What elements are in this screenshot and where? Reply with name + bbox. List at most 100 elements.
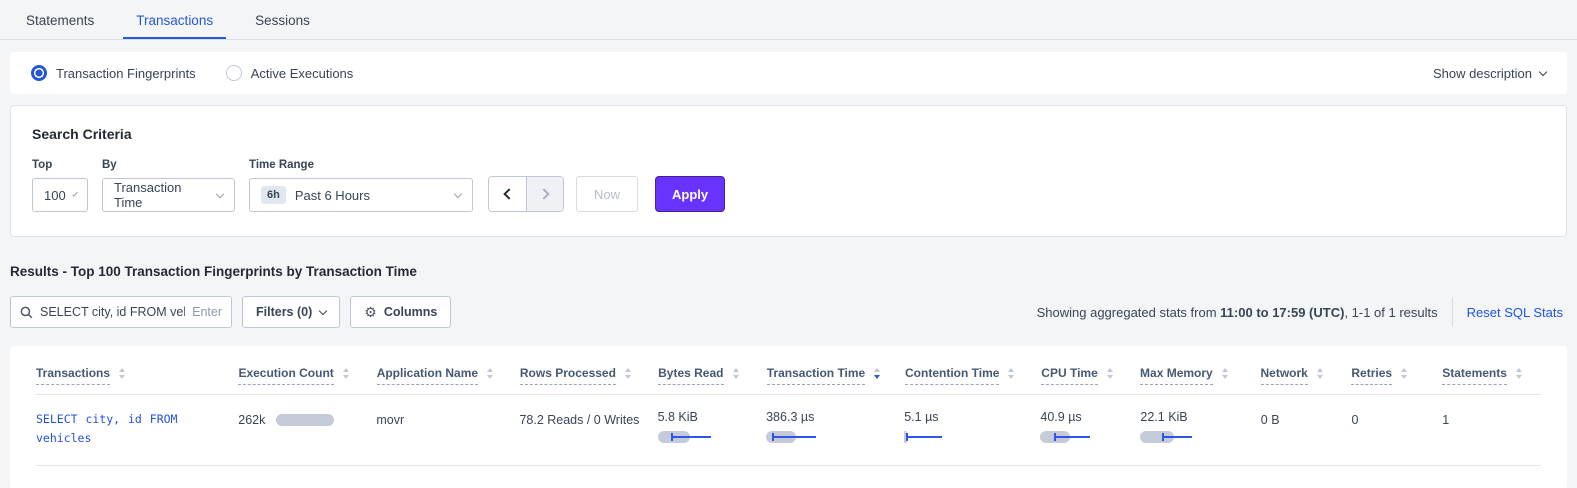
cell-transactions: SELECT city, id FROM vehicles [36, 410, 238, 448]
sort-icon [487, 368, 493, 379]
radio-label: Active Executions [251, 66, 354, 81]
column-header-transaction-time[interactable]: Transaction Time [767, 366, 905, 385]
time-nav-group [488, 176, 564, 212]
column-header-transactions[interactable]: Transactions [36, 366, 238, 385]
time-range-select[interactable]: 6h Past 6 Hours [249, 178, 473, 212]
cpu-time-bar [1040, 431, 1140, 443]
reset-sql-stats-link[interactable]: Reset SQL Stats [1467, 305, 1563, 320]
top-select[interactable]: 100 [32, 178, 88, 212]
search-criteria-controls: Top 100 By Transaction Time Time Range 6… [32, 159, 1545, 212]
cpu-time-value: 40.9 µs [1040, 410, 1140, 424]
chevron-left-icon [503, 188, 514, 199]
column-header-statements[interactable]: Statements [1442, 366, 1541, 385]
table-header-row: Transactions Execution Count Application… [36, 358, 1541, 395]
tab-transactions[interactable]: Transactions [115, 0, 234, 39]
time-next-button[interactable] [526, 177, 563, 211]
execution-count-bar [276, 414, 334, 426]
column-header-rows-processed[interactable]: Rows Processed [520, 366, 658, 385]
search-criteria-card: Search Criteria Top 100 By Transaction T… [10, 105, 1567, 237]
cell-application-name: movr [376, 410, 519, 427]
cell-execution-count: 262k [238, 410, 376, 427]
sort-icon [1008, 368, 1014, 379]
cell-max-memory: 22.1 KiB [1140, 410, 1260, 443]
transaction-time-value: 386.3 µs [766, 410, 904, 424]
results-toolbar: Enter Filters (0) ⚙ Columns Showing aggr… [10, 296, 1567, 328]
by-select[interactable]: Transaction Time [102, 178, 235, 212]
cell-transaction-time: 386.3 µs [766, 410, 904, 443]
column-header-execution-count[interactable]: Execution Count [238, 366, 376, 385]
show-description-toggle[interactable]: Show description [1433, 66, 1546, 81]
show-description-label: Show description [1433, 66, 1532, 81]
columns-button[interactable]: ⚙ Columns [350, 296, 451, 328]
by-select-value: Transaction Time [114, 180, 209, 210]
by-control: By Transaction Time [102, 159, 249, 212]
time-range-badge: 6h [261, 186, 286, 204]
sort-icon [1222, 368, 1228, 379]
transaction-fingerprint-link[interactable]: SELECT city, id FROM vehicles [36, 410, 211, 448]
sql-activity-tabbar: Statements Transactions Sessions [0, 0, 1577, 40]
time-range-label: Time Range [249, 159, 473, 171]
column-header-cpu-time[interactable]: CPU Time [1041, 366, 1140, 385]
cell-cpu-time: 40.9 µs [1040, 410, 1140, 443]
vertical-divider [1452, 297, 1453, 327]
radio-unselected-icon[interactable] [226, 65, 242, 81]
transaction-time-bar [766, 431, 866, 443]
bytes-read-value: 5.8 KiB [658, 410, 767, 424]
tab-sessions[interactable]: Sessions [234, 0, 331, 39]
chevron-down-icon [216, 189, 224, 197]
chevron-down-icon [72, 191, 78, 197]
search-criteria-title: Search Criteria [32, 126, 1545, 142]
contention-time-bar [904, 431, 1004, 443]
max-memory-value: 22.1 KiB [1140, 410, 1260, 424]
results-title: Results - Top 100 Transaction Fingerprin… [10, 264, 1567, 279]
chevron-down-icon [319, 306, 327, 314]
chevron-right-icon [538, 188, 549, 199]
time-range-value: Past 6 Hours [295, 188, 370, 203]
chevron-down-icon [454, 189, 462, 197]
table-row: SELECT city, id FROM vehicles 262k movr … [36, 395, 1541, 466]
search-input[interactable] [40, 305, 185, 319]
sort-icon [1317, 368, 1323, 379]
cell-contention-time: 5.1 µs [904, 410, 1040, 443]
view-toggle-group: Transaction Fingerprints Active Executio… [31, 65, 353, 81]
top-label: Top [32, 159, 102, 171]
sort-icon [119, 368, 125, 379]
query-searchbox[interactable]: Enter [10, 296, 232, 328]
execution-count-value: 262k [238, 413, 265, 427]
sort-icon [733, 368, 739, 379]
time-range-content: 6h Past 6 Hours [261, 186, 370, 204]
column-header-retries[interactable]: Retries [1351, 366, 1442, 385]
now-button[interactable]: Now [576, 176, 638, 212]
results-table-card: Transactions Execution Count Application… [10, 346, 1567, 488]
cell-network: 0 B [1261, 410, 1352, 427]
sort-icon [1107, 368, 1113, 379]
column-header-max-memory[interactable]: Max Memory [1140, 366, 1260, 385]
sort-icon [625, 368, 631, 379]
tab-statements[interactable]: Statements [5, 0, 115, 39]
view-toggle-row: Transaction Fingerprints Active Executio… [10, 52, 1567, 94]
column-header-network[interactable]: Network [1261, 366, 1352, 385]
radio-active-executions[interactable]: Active Executions [226, 65, 354, 81]
cell-bytes-read: 5.8 KiB [658, 410, 767, 443]
by-label: By [102, 159, 249, 171]
time-range-control: Time Range 6h Past 6 Hours [249, 159, 473, 212]
search-enter-button[interactable]: Enter [192, 305, 222, 319]
cell-retries: 0 [1352, 410, 1443, 427]
time-prev-button[interactable] [489, 177, 526, 211]
column-header-application-name[interactable]: Application Name [377, 366, 520, 385]
search-icon [20, 306, 33, 319]
filters-label: Filters (0) [256, 305, 312, 319]
column-header-contention-time[interactable]: Contention Time [905, 366, 1041, 385]
radio-selected-icon[interactable] [31, 65, 47, 81]
apply-button[interactable]: Apply [655, 176, 725, 212]
top-select-value: 100 [44, 188, 66, 203]
contention-time-value: 5.1 µs [904, 410, 1040, 424]
radio-label: Transaction Fingerprints [56, 66, 196, 81]
sort-icon [343, 368, 349, 379]
column-header-bytes-read[interactable]: Bytes Read [658, 366, 767, 385]
radio-transaction-fingerprints[interactable]: Transaction Fingerprints [31, 65, 196, 81]
sort-desc-icon [874, 368, 880, 379]
toolbar-right: Showing aggregated stats from 11:00 to 1… [1037, 297, 1567, 327]
bytes-read-bar [658, 431, 758, 443]
filters-button[interactable]: Filters (0) [242, 296, 340, 328]
